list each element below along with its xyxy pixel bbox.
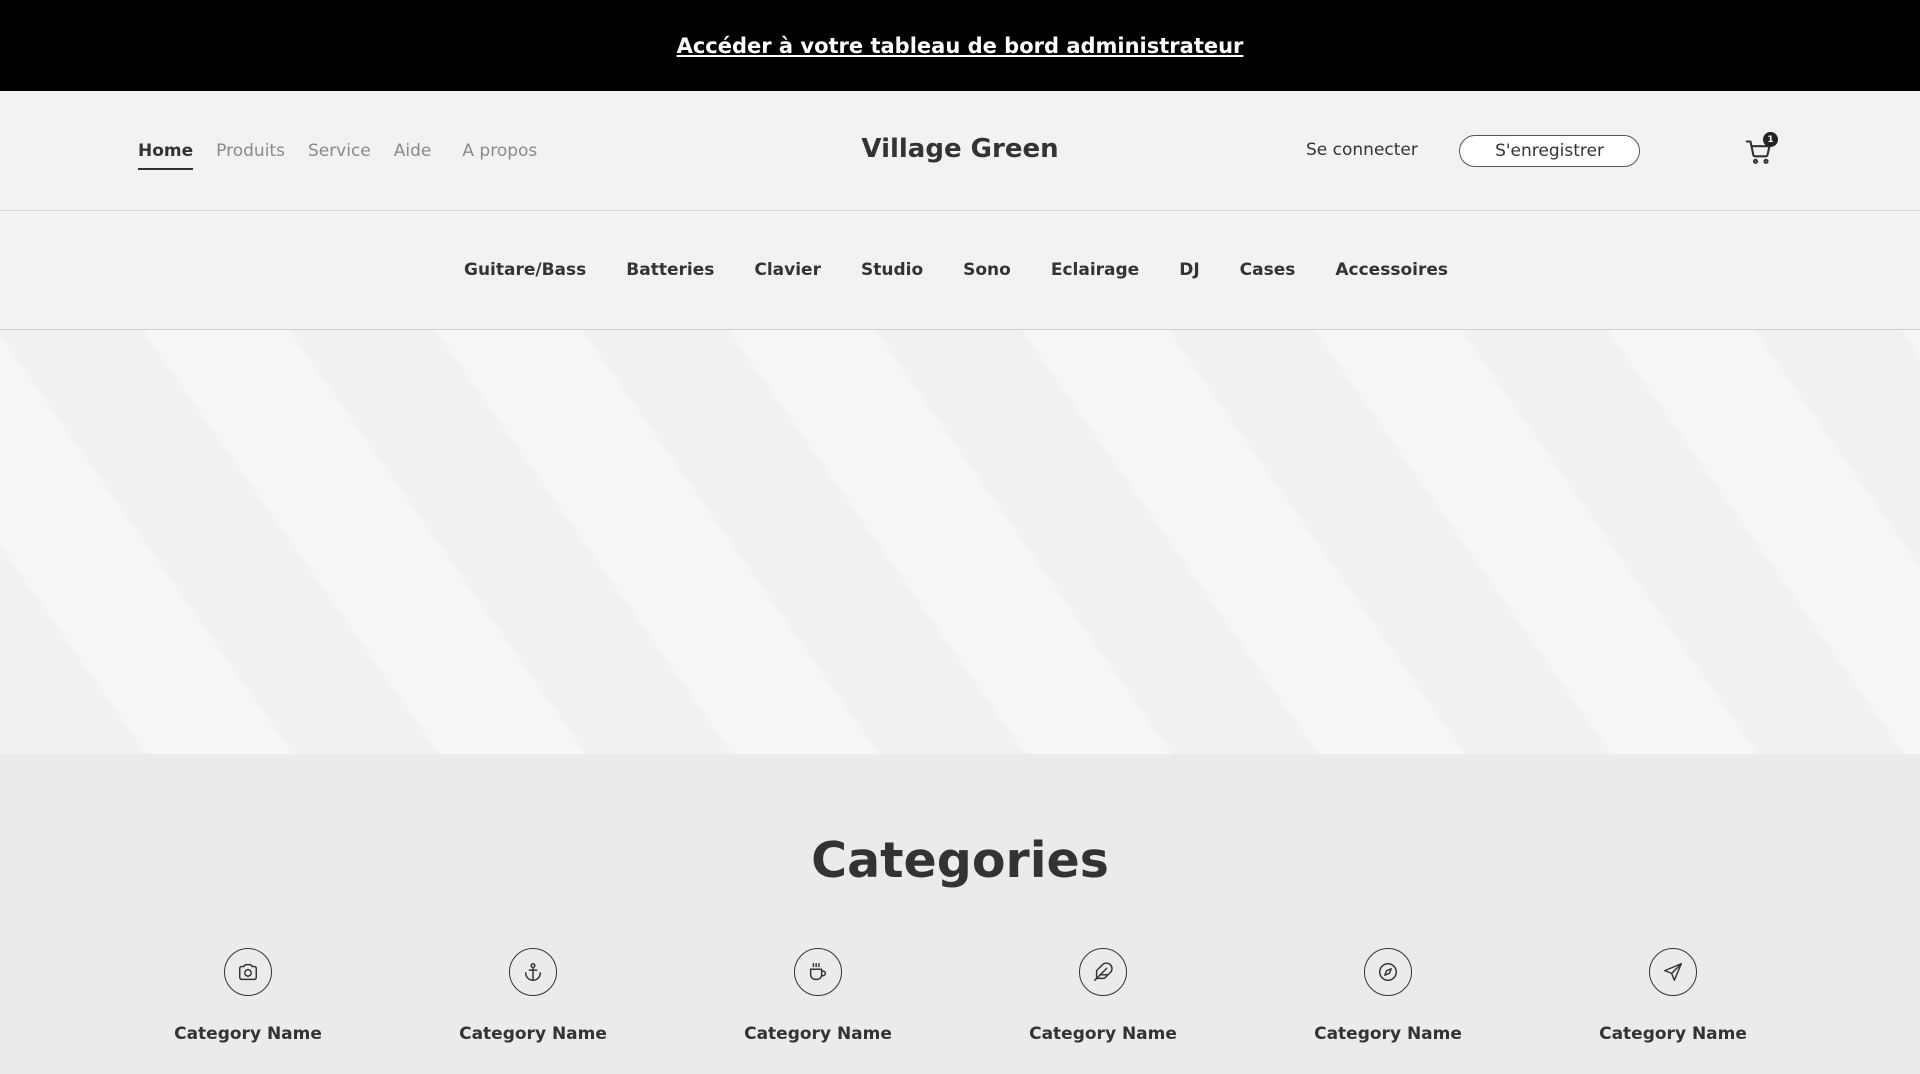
- category-nav-guitare-bass[interactable]: Guitare/Bass: [464, 260, 586, 280]
- nav-produits[interactable]: Produits: [216, 141, 285, 161]
- main-nav: Home Produits Service Aide A propos: [138, 91, 560, 211]
- categories-title: Categories: [811, 832, 1109, 889]
- category-name: Category Name: [744, 1024, 892, 1044]
- category-name: Category Name: [1314, 1024, 1462, 1044]
- hero-banner: [0, 330, 1920, 754]
- category-item[interactable]: Category Name: [1573, 948, 1773, 1044]
- category-nav: Guitare/Bass Batteries Clavier Studio So…: [0, 211, 1920, 330]
- category-name: Category Name: [174, 1024, 322, 1044]
- nav-aide[interactable]: Aide: [394, 141, 432, 161]
- send-icon: [1664, 963, 1682, 981]
- category-item[interactable]: Category Name: [433, 948, 633, 1044]
- coffee-icon: [809, 963, 827, 981]
- category-name: Category Name: [1029, 1024, 1177, 1044]
- nav-service[interactable]: Service: [308, 141, 371, 161]
- admin-bar: Accéder à votre tableau de bord administ…: [0, 0, 1920, 91]
- category-nav-sono[interactable]: Sono: [963, 260, 1011, 280]
- register-button[interactable]: S'enregistrer: [1459, 135, 1640, 167]
- compass-icon: [1379, 963, 1397, 981]
- category-nav-cases[interactable]: Cases: [1240, 260, 1296, 280]
- header: Home Produits Service Aide A propos Vill…: [0, 91, 1920, 211]
- anchor-icon: [524, 963, 542, 981]
- category-nav-clavier[interactable]: Clavier: [754, 260, 821, 280]
- category-nav-batteries[interactable]: Batteries: [626, 260, 714, 280]
- nav-a-propos[interactable]: A propos: [462, 141, 537, 161]
- category-item[interactable]: Category Name: [1003, 948, 1203, 1044]
- category-item[interactable]: Category Name: [148, 948, 348, 1044]
- category-name: Category Name: [459, 1024, 607, 1044]
- category-nav-studio[interactable]: Studio: [861, 260, 923, 280]
- category-name: Category Name: [1599, 1024, 1747, 1044]
- feather-icon: [1094, 962, 1113, 981]
- cart-count-badge: 1: [1763, 132, 1778, 147]
- login-link[interactable]: Se connecter: [1306, 140, 1418, 160]
- category-item[interactable]: Category Name: [1288, 948, 1488, 1044]
- admin-dashboard-link[interactable]: Accéder à votre tableau de bord administ…: [677, 34, 1244, 58]
- categories-section: Categories Category Name Category Name C…: [0, 754, 1920, 1074]
- category-nav-dj[interactable]: DJ: [1179, 260, 1199, 280]
- nav-home[interactable]: Home: [138, 141, 194, 170]
- category-nav-accessoires[interactable]: Accessoires: [1335, 260, 1448, 280]
- category-nav-eclairage[interactable]: Eclairage: [1051, 260, 1139, 280]
- category-item[interactable]: Category Name: [718, 948, 918, 1044]
- camera-icon: [239, 963, 257, 981]
- cart-button[interactable]: 1: [1745, 132, 1778, 166]
